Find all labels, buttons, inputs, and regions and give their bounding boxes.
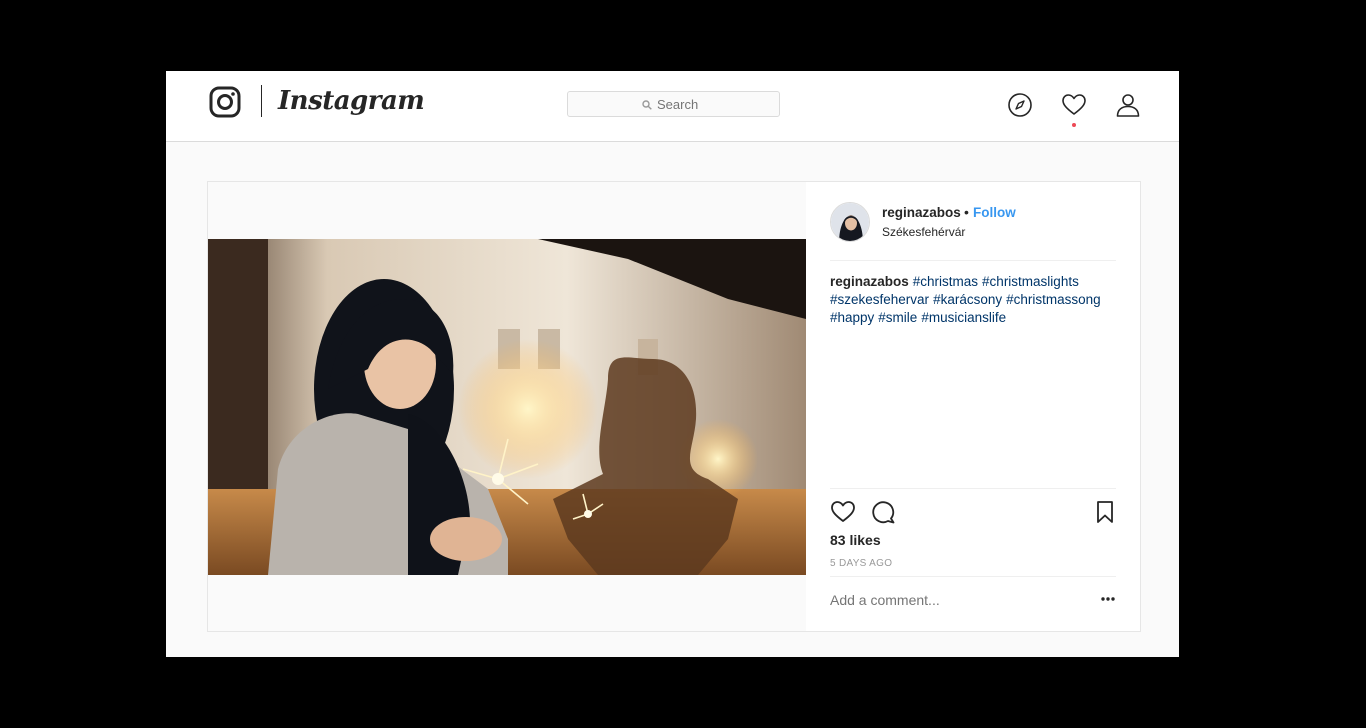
post-caption: reginazabos #christmas #christmaslights #sz… <box>830 273 1120 327</box>
hashtag-link[interactable]: #musicianslife <box>921 310 1006 325</box>
search-box[interactable] <box>567 91 780 117</box>
post-photo-image <box>208 239 806 575</box>
comment-divider <box>830 576 1116 577</box>
hashtag-link[interactable]: #christmaslights <box>982 274 1079 289</box>
hashtag-link[interactable]: #szekesfehervar <box>830 292 929 307</box>
hashtag-link[interactable]: #happy <box>830 310 874 325</box>
search-icon <box>642 99 652 110</box>
top-navigation-bar: Instagram <box>166 71 1179 142</box>
username-separator: • <box>964 204 969 220</box>
instagram-wordmark[interactable]: Instagram <box>278 83 425 119</box>
logo-divider <box>261 85 262 117</box>
hashtag-link[interactable]: #christmassong <box>1006 292 1101 307</box>
hashtag-link[interactable]: #smile <box>878 310 917 325</box>
like-heart-icon[interactable] <box>830 499 856 525</box>
post-header: reginazabos • Follow Székesfehérvár <box>830 182 1116 261</box>
post-username[interactable]: reginazabos <box>882 205 961 220</box>
caption-username[interactable]: reginazabos <box>830 274 909 289</box>
actions-divider <box>830 488 1116 489</box>
save-bookmark-icon[interactable] <box>1092 499 1118 525</box>
hashtag-link[interactable]: #christmas <box>913 274 978 289</box>
more-options-icon[interactable] <box>1100 596 1116 602</box>
post-card: reginazabos • Follow Székesfehérvár regi… <box>207 181 1141 632</box>
post-details-panel: reginazabos • Follow Székesfehérvár regi… <box>806 182 1140 631</box>
notification-dot <box>1072 123 1076 127</box>
search-input[interactable] <box>657 97 757 112</box>
add-comment-input[interactable] <box>830 592 1070 608</box>
explore-compass-icon[interactable] <box>1007 92 1033 118</box>
post-photo[interactable] <box>208 239 806 575</box>
likes-count[interactable]: 83 likes <box>830 532 881 548</box>
post-location[interactable]: Székesfehérvár <box>882 225 965 239</box>
instagram-camera-logo-icon[interactable] <box>209 86 241 118</box>
avatar[interactable] <box>830 202 870 242</box>
follow-button[interactable]: Follow <box>973 205 1016 220</box>
post-media-area <box>208 182 806 631</box>
comment-bubble-icon[interactable] <box>870 499 896 525</box>
profile-user-icon[interactable] <box>1115 92 1141 118</box>
post-timestamp[interactable]: 5 DAYS AGO <box>830 558 892 569</box>
browser-window: Instagram Search reginazabos • Follow Sz… <box>166 71 1179 657</box>
activity-heart-icon[interactable] <box>1061 92 1087 118</box>
hashtag-link[interactable]: #karácsony <box>933 292 1002 307</box>
